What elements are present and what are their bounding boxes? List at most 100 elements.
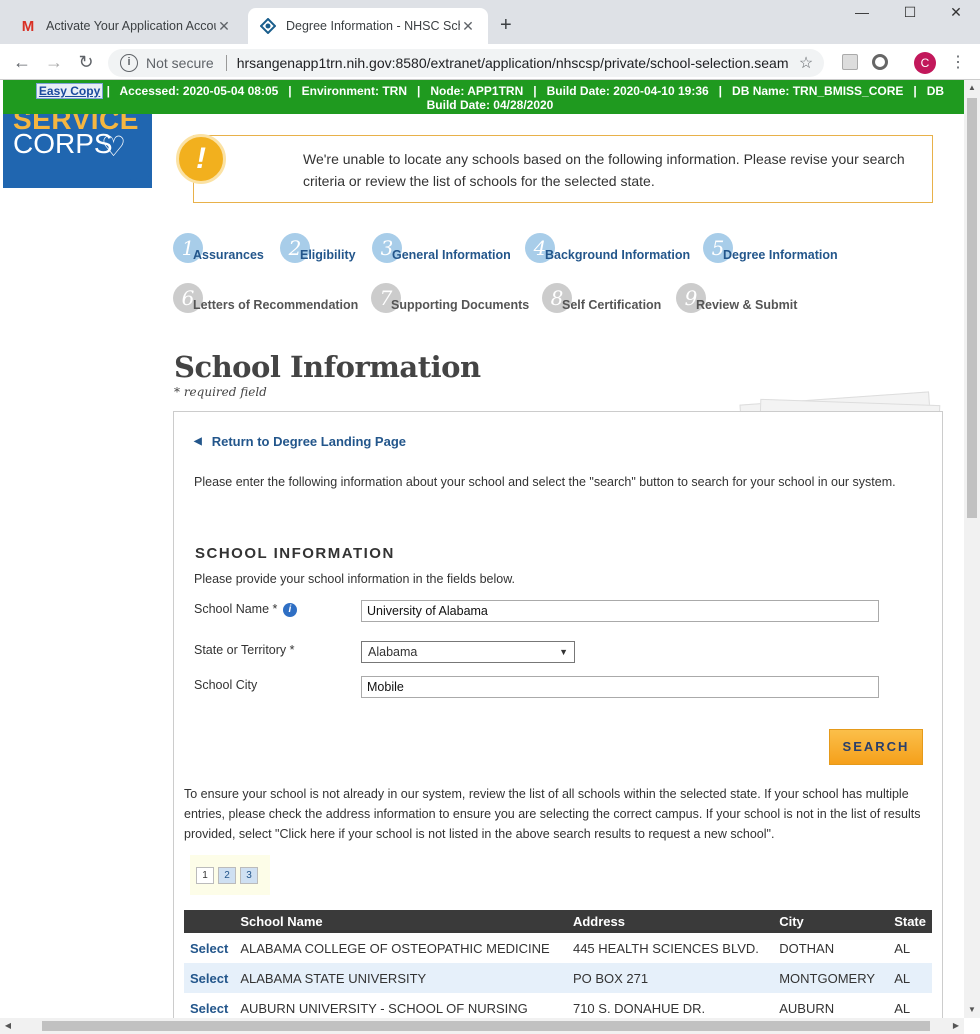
- logo-banner-tail: [3, 176, 152, 188]
- step-label: Self Certification: [562, 298, 662, 312]
- nhsc-icon: [260, 18, 276, 34]
- info-icon[interactable]: i: [282, 603, 297, 617]
- step-supporting-documents: 7 Supporting Documents: [371, 283, 529, 313]
- page-3-link[interactable]: 3: [240, 866, 258, 884]
- select-link[interactable]: Select: [184, 993, 234, 1018]
- address-toolbar: ← → ↻ i Not secure hrsangenapp1trn.nih.g…: [0, 44, 980, 80]
- column-header-state: State: [888, 910, 932, 933]
- table-row: Select ALABAMA STATE UNIVERSITY PO BOX 2…: [184, 963, 932, 993]
- step-degree-information[interactable]: 5 Degree Information: [703, 233, 838, 263]
- intro-text: Please enter the following information a…: [194, 475, 896, 489]
- column-header-action: [184, 910, 235, 933]
- step-label: Assurances: [193, 248, 264, 262]
- logo-text-corps: CORPS: [13, 128, 113, 159]
- step-label: Supporting Documents: [391, 298, 530, 312]
- reload-icon[interactable]: ↻: [74, 50, 98, 74]
- warning-alert: We're unable to locate any schools based…: [193, 135, 933, 203]
- results-intro-text: To ensure your school is not already in …: [184, 787, 921, 841]
- browser-tab-gmail[interactable]: M Activate Your Application Accou ✕: [8, 8, 244, 44]
- vertical-scrollbar[interactable]: ▲ ▼: [964, 80, 980, 1018]
- nhsc-logo[interactable]: SERVICE CORPS ♡: [3, 104, 152, 188]
- browser-tab-nhsc[interactable]: Degree Information - NHSC Scho ✕: [248, 8, 488, 44]
- step-background-information[interactable]: 4 Background Information: [525, 233, 690, 263]
- profile-avatar[interactable]: C: [914, 52, 936, 74]
- state-select[interactable]: Alabama ▼: [361, 641, 575, 663]
- results-pagination: 1 2 3: [190, 855, 270, 895]
- scroll-left-icon[interactable]: ◀: [0, 1018, 16, 1034]
- school-name-label-text: School Name *: [194, 602, 278, 616]
- omnibox-divider: [225, 55, 227, 71]
- close-tab-icon[interactable]: ✕: [216, 18, 232, 35]
- horizontal-scroll-thumb[interactable]: [42, 1021, 930, 1031]
- step-assurances[interactable]: 1 Assurances: [173, 233, 264, 263]
- environment-info: | Accessed: 2020-05-04 08:05 | Environme…: [106, 84, 945, 98]
- tab-title: Activate Your Application Accou: [46, 19, 216, 33]
- school-results-table: School Name Address City State Select AL…: [184, 910, 932, 1018]
- environment-bar-line1: Easy Copy | Accessed: 2020-05-04 08:05 |…: [3, 83, 964, 99]
- search-button[interactable]: SEARCH: [829, 729, 923, 765]
- step-label: Letters of Recommendation: [193, 298, 359, 312]
- return-to-degree-landing-link[interactable]: ◀ Return to Degree Landing Page: [194, 434, 406, 449]
- page-1: 1: [196, 866, 214, 884]
- school-name-cell: AUBURN UNIVERSITY - SCHOOL OF NURSING: [240, 1000, 528, 1016]
- scroll-right-icon[interactable]: ▶: [948, 1018, 964, 1034]
- step-label: Degree Information: [723, 248, 838, 262]
- horizontal-scrollbar[interactable]: ◀ ▶: [0, 1018, 964, 1034]
- minimize-button[interactable]: —: [842, 4, 882, 26]
- gmail-icon: M: [21, 17, 35, 35]
- step-self-certification: 8 Self Certification: [542, 283, 661, 313]
- scroll-down-icon[interactable]: ▼: [964, 1002, 980, 1018]
- vertical-scroll-thumb[interactable]: [967, 98, 977, 518]
- school-city-label: School City: [194, 678, 258, 692]
- select-link[interactable]: Select: [184, 933, 234, 963]
- table-row: Select ALABAMA COLLEGE OF OSTEOPATHIC ME…: [184, 933, 932, 963]
- alert-message: We're unable to locate any schools based…: [303, 151, 905, 189]
- page-2-link[interactable]: 2: [218, 866, 236, 884]
- new-tab-button[interactable]: +: [500, 14, 512, 37]
- easy-copy-button[interactable]: Easy Copy: [35, 83, 104, 99]
- step-general-information[interactable]: 3 General Information: [372, 233, 511, 263]
- bookmark-star-icon[interactable]: ☆: [796, 53, 816, 73]
- info-icon[interactable]: i: [120, 54, 138, 72]
- school-name-input[interactable]: [361, 600, 879, 622]
- school-name-cell: ALABAMA STATE UNIVERSITY: [234, 963, 567, 993]
- school-name-cell: ALABAMA COLLEGE OF OSTEOPATHIC MEDICINE: [240, 940, 550, 956]
- heart-icon: ♡: [101, 131, 127, 162]
- section-heading: SCHOOL INFORMATION: [195, 545, 395, 562]
- browser-tab-strip: M Activate Your Application Accou ✕ Degr…: [0, 0, 980, 44]
- page-title: School Information: [174, 350, 481, 384]
- table-row: Select AUBURN UNIVERSITY - SCHOOL OF NUR…: [184, 993, 932, 1018]
- table-header-row: School Name Address City State: [184, 910, 932, 933]
- kebab-menu-icon[interactable]: ⋮: [950, 52, 966, 72]
- city-cell: MONTGOMERY: [773, 963, 889, 993]
- omnibox[interactable]: i Not secure hrsangenapp1trn.nih.gov:858…: [108, 49, 824, 77]
- state-cell: AL: [894, 1000, 911, 1016]
- column-header-city: City: [773, 910, 889, 933]
- forward-arrow-icon[interactable]: →: [42, 50, 66, 74]
- state-cell: AL: [894, 940, 911, 956]
- column-header-address: Address: [566, 910, 774, 933]
- school-city-input[interactable]: [361, 676, 879, 698]
- maximize-button[interactable]: ☐: [890, 4, 930, 26]
- step-label: General Information: [392, 248, 511, 262]
- back-link-label: Return to Degree Landing Page: [211, 434, 407, 449]
- scroll-up-icon[interactable]: ▲: [964, 80, 980, 96]
- select-link[interactable]: Select: [184, 963, 235, 993]
- school-name-label: School Name * i: [194, 602, 297, 617]
- warning-icon: !: [176, 134, 226, 184]
- close-tab-icon[interactable]: ✕: [460, 18, 476, 35]
- city-cell: DOTHAN: [779, 940, 835, 956]
- state-selected-value: Alabama: [368, 645, 418, 659]
- address-cell: PO BOX 271: [566, 963, 774, 993]
- security-label: Not secure: [146, 55, 214, 71]
- back-arrow-icon[interactable]: ←: [10, 50, 34, 74]
- city-cell: AUBURN: [779, 1000, 835, 1016]
- close-window-button[interactable]: ✕: [936, 4, 976, 26]
- extension-icon[interactable]: [842, 54, 858, 70]
- step-eligibility[interactable]: 2 Eligibility: [280, 233, 356, 263]
- step-letters-of-recommendation: 6 Letters of Recommendation: [173, 283, 358, 313]
- page-viewport: Easy Copy | Accessed: 2020-05-04 08:05 |…: [0, 80, 964, 1018]
- url-text[interactable]: hrsangenapp1trn.nih.gov:8580/extranet/ap…: [237, 55, 796, 71]
- environment-bar: Easy Copy | Accessed: 2020-05-04 08:05 |…: [3, 80, 964, 114]
- extension-circle-icon[interactable]: [872, 54, 888, 70]
